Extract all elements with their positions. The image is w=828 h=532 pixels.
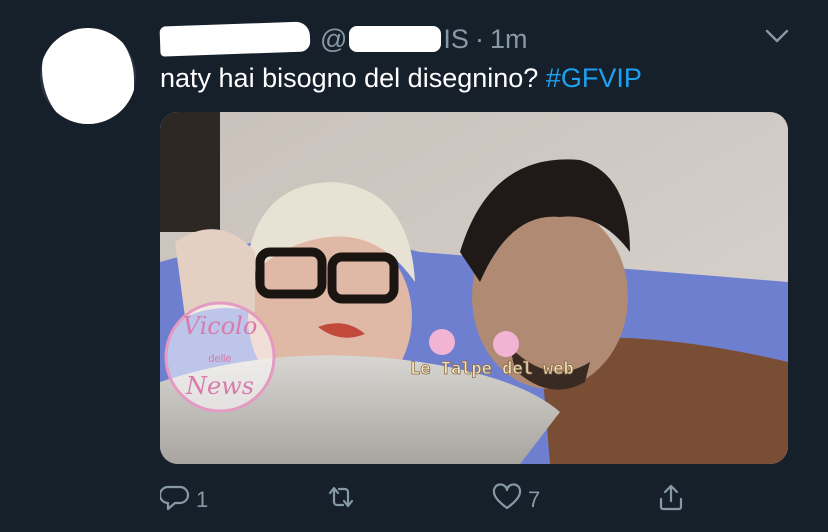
handle-suffix: IS	[443, 23, 469, 54]
watermark-center: Le Talpe del web	[410, 359, 574, 379]
watermark-mascot-left	[429, 329, 455, 355]
watermark-left-line1: Vicolo	[183, 312, 258, 340]
handle-prefix: @	[320, 23, 348, 54]
tweet[interactable]: @ IS · 1m naty hai bisogno del disegnino…	[0, 0, 828, 532]
reply-icon	[158, 482, 190, 518]
tweet-header: @ IS · 1m	[159, 21, 528, 57]
tweet-photo[interactable]: Vicolo delle News Le Talpe del web	[160, 112, 788, 464]
retweet-icon	[326, 482, 356, 518]
watermark-left-line2: delle	[208, 353, 231, 365]
share-button[interactable]	[656, 480, 686, 520]
separator: ·	[474, 23, 484, 54]
share-icon	[656, 482, 686, 518]
tweet-text: naty hai bisogno del disegnino? #GFVIP	[160, 60, 642, 96]
timestamp[interactable]: 1m	[490, 24, 528, 55]
redacted-handle	[349, 26, 442, 52]
dark-shape	[160, 112, 220, 232]
watermark-left-line3: News	[185, 372, 254, 400]
like-count: 7	[528, 487, 541, 512]
like-button[interactable]: 7	[492, 480, 540, 520]
tweet-body: naty hai bisogno del disegnino?	[160, 63, 539, 93]
reply-button[interactable]: 1	[158, 480, 209, 520]
redacted-display-name	[159, 21, 311, 57]
reply-count: 1	[196, 487, 209, 512]
user-handle[interactable]: @ IS	[320, 24, 469, 55]
retweet-button[interactable]	[326, 480, 362, 520]
avatar[interactable]	[40, 28, 136, 124]
watermark-mascot-right	[493, 331, 519, 357]
heart-icon	[492, 482, 522, 518]
redaction-scribble	[42, 28, 134, 124]
chevron-down-icon[interactable]	[764, 26, 790, 46]
hashtag-link[interactable]: #GFVIP	[546, 63, 642, 93]
tweet-actions: 1 7	[158, 480, 788, 520]
